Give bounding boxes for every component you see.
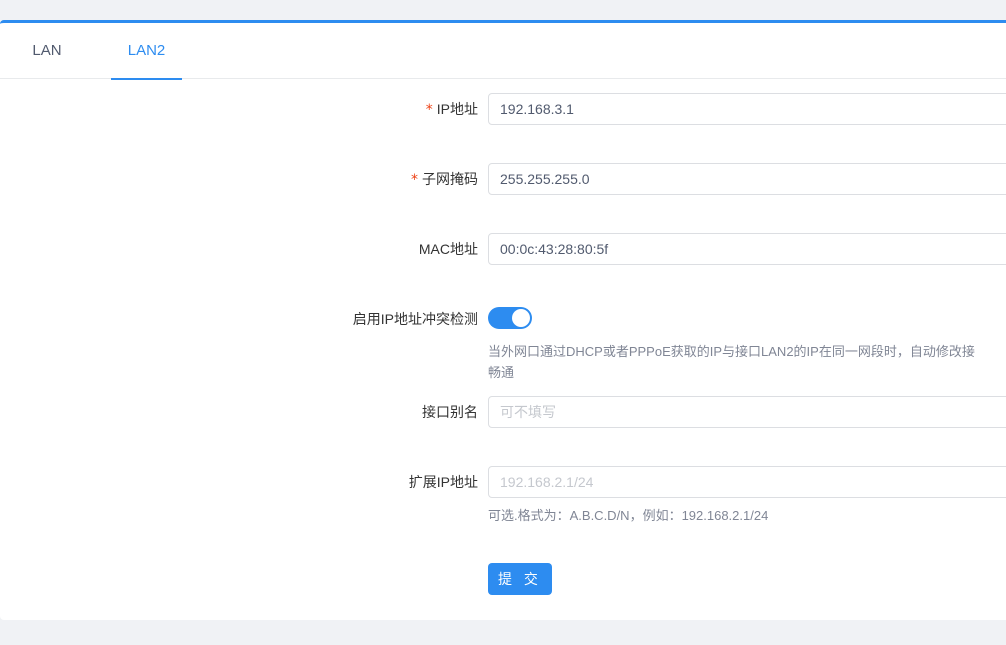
interface-alias-label: 接口别名 — [422, 404, 478, 420]
conflict-detection-help: 当外网口通过DHCP或者PPPoE获取的IP与接口LAN2的IP在同一网段时，自… — [488, 344, 975, 380]
subnet-mask-input[interactable] — [488, 163, 1006, 195]
required-mark: * — [411, 172, 418, 188]
tab-bar: LAN LAN2 — [0, 23, 1006, 80]
subnet-mask-label: * 子网掩码 — [411, 171, 478, 188]
tab-lan2[interactable]: LAN2 — [111, 23, 182, 80]
submit-button[interactable]: 提 交 — [488, 563, 552, 595]
extended-ip-help: 可选.格式为：A.B.C.D/N，例如：192.168.2.1/24 — [488, 508, 769, 523]
ip-address-label: * IP地址 — [425, 101, 478, 118]
mac-address-label: MAC地址 — [418, 241, 478, 257]
required-mark: * — [425, 102, 433, 118]
extended-ip-label: 扩展IP地址 — [408, 474, 478, 490]
conflict-detection-label: 启用IP地址冲突检测 — [352, 311, 478, 327]
settings-card: LAN LAN2 *IP地址 *子网掩码 MAC地址 启用IP地址冲突检测 当外… — [0, 20, 1006, 620]
interface-alias-input[interactable] — [488, 396, 1006, 428]
extended-ip-input[interactable] — [488, 466, 1006, 498]
ip-address-input[interactable] — [488, 93, 1006, 125]
conflict-detection-toggle[interactable] — [488, 307, 532, 329]
mac-address-input[interactable] — [488, 233, 1006, 265]
tab-lan[interactable]: LAN — [16, 23, 78, 79]
toggle-knob — [512, 309, 530, 327]
